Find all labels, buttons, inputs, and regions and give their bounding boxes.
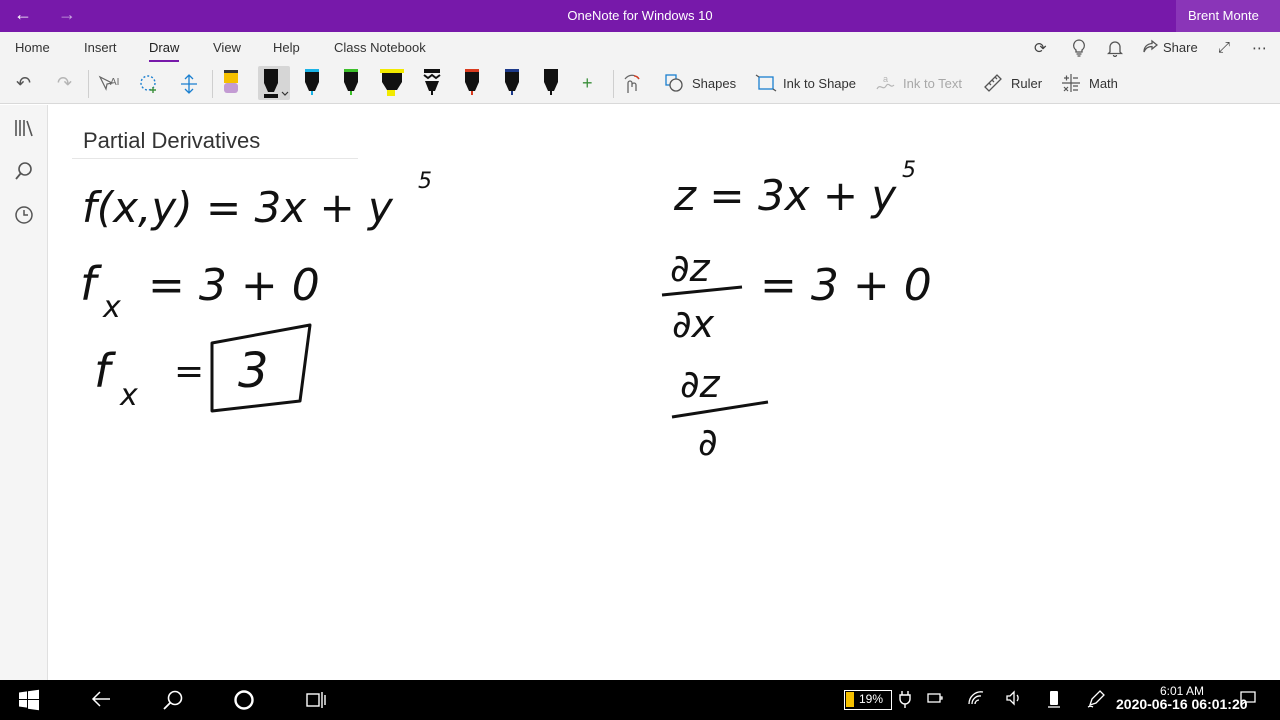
add-space-icon[interactable] (180, 73, 198, 100)
battery-indicator[interactable]: 19% (844, 690, 892, 710)
share-icon[interactable] (1142, 39, 1159, 59)
tab-view[interactable]: View (213, 40, 241, 55)
ink-frac1-rhs[interactable]: = 3 + 0 (760, 260, 932, 311)
pen-galaxy-icon[interactable] (421, 66, 443, 100)
ink-right-line1[interactable]: z = 3x + y (673, 171, 897, 220)
recording-timestamp: 2020-06-16 06:01:20 (1116, 696, 1248, 712)
ink-frac2-numerator[interactable]: ∂z (680, 362, 721, 406)
ribbon-tabs: Home Insert Draw View Help Class Noteboo… (0, 32, 1280, 64)
windows-start-icon[interactable] (18, 689, 40, 716)
ink-canvas[interactable]: f(x,y) = 3x + y 5 f x = 3 + 0 f x = 3 z … (48, 105, 1280, 680)
add-pen-icon[interactable]: + (582, 73, 593, 94)
pen-red-icon[interactable] (461, 66, 483, 100)
expand-icon[interactable]: ⤢ (1218, 39, 1230, 56)
highlighter-yellow-icon[interactable] (378, 66, 406, 100)
notebooks-icon[interactable] (14, 119, 34, 142)
share-button[interactable]: Share (1163, 40, 1198, 55)
ink-frac2-denominator[interactable]: ∂ (698, 420, 718, 464)
tab-home[interactable]: Home (15, 40, 50, 55)
notifications-icon[interactable] (1239, 690, 1257, 710)
type-select-icon[interactable]: AI (98, 73, 120, 98)
tab-draw[interactable]: Draw (149, 40, 180, 62)
ink-to-shape-button[interactable]: Ink to Shape (783, 76, 856, 91)
math-icon[interactable] (1061, 73, 1081, 98)
ink-left-line2-rhs[interactable]: = 3 + 0 (148, 260, 320, 311)
ink-to-text-button[interactable]: Ink to Text (903, 76, 962, 91)
battery-fill (846, 692, 854, 707)
pen-cyan-icon[interactable] (301, 66, 323, 100)
tab-class-notebook[interactable]: Class Notebook (334, 40, 426, 55)
window-title: OneNote for Windows 10 (567, 8, 713, 23)
ink-left-line1-exponent[interactable]: 5 (418, 169, 432, 194)
battery-percent: 19% (858, 692, 883, 706)
sync-icon[interactable]: ⟳ (1034, 39, 1047, 57)
ink-left-line2-f[interactable]: f (80, 257, 102, 311)
bell-icon[interactable] (1106, 39, 1124, 61)
pen-workspace-icon[interactable] (1087, 690, 1105, 712)
ink-left-line2-subscript[interactable]: x (102, 290, 121, 325)
ink-left-line3-equals[interactable]: = (174, 351, 204, 392)
recent-notes-icon[interactable] (14, 205, 34, 230)
ink-left-line3-f[interactable]: f (94, 344, 116, 398)
more-options-icon[interactable]: ⋯ (1252, 39, 1267, 57)
draw-toolbar: ↶ ↷ AI + Shapes Ink to Shape a Ink to Te… (0, 64, 1280, 104)
svg-text:a: a (883, 74, 888, 84)
ink-frac1-numerator[interactable]: ∂z (670, 246, 711, 290)
tab-help[interactable]: Help (273, 40, 300, 55)
windows-taskbar: 19% 6:01 AM 2020-06-16 06:01:20 (0, 680, 1280, 720)
ink-to-shape-icon[interactable] (755, 73, 777, 98)
navigation-sidebar (0, 105, 48, 680)
redo-icon[interactable]: ↷ (57, 73, 72, 94)
ink-left-line1[interactable]: f(x,y) = 3x + y (82, 183, 394, 232)
math-button[interactable]: Math (1089, 76, 1118, 91)
pen-green-icon[interactable] (340, 66, 362, 100)
svg-text:AI: AI (110, 77, 119, 88)
pen-navy-icon[interactable] (501, 66, 523, 100)
ruler-icon[interactable] (983, 73, 1003, 98)
title-bar: ← → OneNote for Windows 10 Brent Monte (0, 0, 1280, 32)
ink-left-line3-boxed[interactable]: 3 (238, 343, 269, 399)
task-view-icon[interactable] (305, 689, 327, 716)
wifi-icon[interactable] (967, 690, 985, 710)
user-account-button[interactable]: Brent Monte (1176, 0, 1280, 32)
pen-black-selected-icon[interactable] (258, 66, 290, 100)
device-icon[interactable] (1047, 690, 1061, 712)
cortana-icon[interactable] (233, 689, 255, 716)
pen-black-icon[interactable] (540, 66, 562, 100)
toolbar-separator (88, 70, 89, 98)
shapes-icon[interactable] (664, 73, 684, 98)
ruler-button[interactable]: Ruler (1011, 76, 1042, 91)
eraser-icon[interactable] (220, 66, 242, 100)
ink-frac1-denominator[interactable]: ∂x (672, 302, 715, 346)
volume-icon[interactable] (1005, 690, 1023, 710)
ink-to-text-icon[interactable]: a (875, 73, 897, 98)
shapes-button[interactable]: Shapes (692, 76, 736, 91)
tab-insert[interactable]: Insert (84, 40, 117, 55)
ink-left-line3-subscript[interactable]: x (119, 378, 138, 413)
undo-icon[interactable]: ↶ (16, 73, 31, 94)
search-icon[interactable] (14, 161, 34, 186)
lasso-select-icon[interactable] (138, 73, 160, 100)
lightbulb-icon[interactable] (1071, 39, 1087, 61)
ink-right-line1-exponent[interactable]: 5 (902, 158, 916, 183)
power-plug-icon[interactable] (898, 690, 912, 712)
toolbar-separator (613, 70, 614, 98)
toolbar-separator (212, 70, 213, 98)
battery-saver-icon[interactable] (926, 690, 944, 710)
draw-with-touch-icon[interactable] (622, 73, 642, 100)
back-icon[interactable] (90, 689, 112, 714)
search-icon[interactable] (162, 689, 184, 716)
